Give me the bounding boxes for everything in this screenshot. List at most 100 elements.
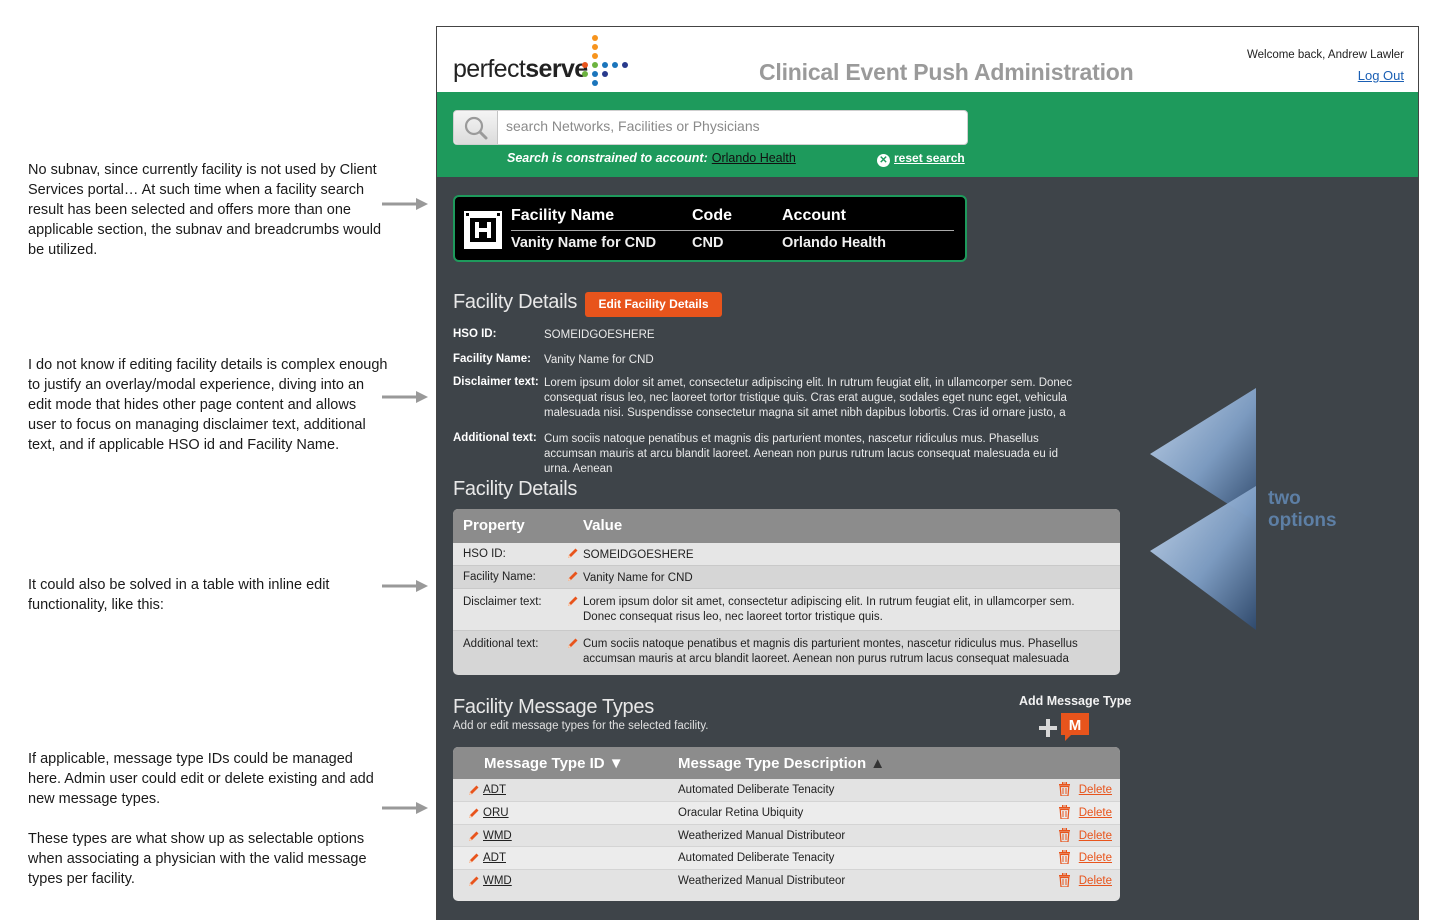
detail-value: SOMEIDGOESHERE (544, 329, 655, 341)
pencil-icon[interactable] (567, 547, 579, 559)
facility-details-title: Facility Details (453, 291, 578, 313)
detail-label: HSO ID: (453, 328, 497, 340)
pencil-icon[interactable] (468, 830, 480, 842)
search-input[interactable] (506, 118, 946, 134)
message-type-id-link[interactable]: ADT (483, 784, 506, 796)
table-row: WMD Weatherized Manual Distributeor Dele… (453, 870, 1120, 893)
trash-icon[interactable] (1059, 782, 1070, 796)
message-type-description: Oracular Retina Ubiquity (678, 806, 804, 819)
pencil-icon[interactable] (567, 637, 579, 649)
facility-code-value: CND (692, 235, 724, 251)
annotation-message-types-text-1: If applicable, message type IDs could be… (28, 751, 374, 807)
column-header-property: Property (463, 517, 525, 534)
message-type-id-link[interactable]: ADT (483, 852, 506, 864)
property-label: Facility Name: (463, 571, 536, 583)
pencil-icon[interactable] (567, 570, 579, 582)
table-row: Facility Name: Vanity Name for CND (453, 566, 1120, 589)
delete-link[interactable]: Delete (1079, 875, 1112, 887)
property-label: Disclaimer text: (463, 596, 542, 608)
hospital-icon (464, 211, 502, 249)
facility-summary-card: Facility Name Code Account Vanity Name f… (453, 195, 967, 262)
add-message-type-icon[interactable]: M (1037, 713, 1093, 743)
constraint-label: Search is constrained to account: (507, 151, 708, 165)
property-label: Additional text: (463, 638, 539, 650)
message-type-description: Automated Deliberate Tenacity (678, 852, 835, 865)
annotation-subnav-text: No subnav, since currently facility is n… (28, 162, 382, 258)
logo-text-bold: serve (525, 55, 588, 83)
logo-text-light: perfect (453, 55, 526, 83)
add-message-type-label[interactable]: Add Message Type (1019, 694, 1131, 708)
column-header-desc-label: Message Type Description (678, 755, 867, 772)
facility-account-header: Account (782, 207, 846, 224)
trash-icon[interactable] (1059, 873, 1070, 888)
column-header-message-type-id[interactable]: Message Type ID ▼ (484, 755, 624, 772)
property-value[interactable]: SOMEIDGOESHERE (583, 548, 1103, 563)
annotation-table-text: It could also be solved in a table with … (28, 577, 330, 613)
annotation-editing-text: I do not know if editing facility detail… (28, 357, 388, 453)
constraint-account-link[interactable]: Orlando Health (712, 151, 796, 165)
search-button[interactable] (454, 111, 498, 144)
logout-link[interactable]: Log Out (1358, 68, 1404, 83)
table-row: WMD Weatherized Manual Distributeor Dele… (453, 825, 1120, 848)
delete-link[interactable]: Delete (1079, 852, 1112, 864)
two-options-text: two options (1268, 488, 1337, 531)
annotation-arrow-icon (382, 198, 428, 210)
pencil-icon[interactable] (567, 595, 579, 607)
logo-dots-icon (582, 35, 662, 86)
column-header-message-type-description[interactable]: Message Type Description ▲ (678, 755, 885, 772)
property-value[interactable]: Lorem ipsum dolor sit amet, consectetur … (583, 595, 1103, 625)
facility-account-value: Orlando Health (782, 235, 886, 251)
detail-value: Vanity Name for CND (544, 354, 654, 366)
reset-search-link[interactable]: reset search (894, 151, 965, 165)
message-type-id-link[interactable]: WMD (483, 875, 512, 887)
trash-icon[interactable] (1059, 827, 1070, 842)
reset-search[interactable]: ✕ reset search (877, 151, 965, 167)
search-bar: Search is constrained to account: Orlando… (437, 92, 1418, 177)
pencil-icon[interactable] (468, 852, 480, 864)
table-row: ORU Oracular Retina Ubiquity Delete (453, 801, 1120, 825)
message-types-subtitle: Add or edit message types for the select… (453, 720, 709, 732)
page-title: Clinical Event Push Administration (759, 59, 1134, 85)
table-header: Message Type ID ▼ Message Type Descripti… (453, 747, 1120, 779)
property-value[interactable]: Cum sociis natoque penatibus et magnis d… (583, 637, 1103, 667)
message-types-title: Facility Message Types (453, 696, 654, 718)
trash-icon[interactable] (1059, 804, 1070, 819)
pencil-icon[interactable] (468, 875, 480, 887)
annotation-table: It could also be solved in a table with … (28, 575, 388, 615)
delete-link[interactable]: Delete (1079, 807, 1112, 819)
delete-link[interactable]: Delete (1079, 784, 1112, 796)
facility-name-header: Facility Name (511, 207, 615, 224)
facility-name-value: Vanity Name for CND (511, 235, 657, 251)
table-row: HSO ID: SOMEIDGOESHERE (453, 543, 1120, 566)
message-type-id-link[interactable]: ORU (483, 807, 509, 819)
annotation-message-types-text-2: These types are what show up as selectab… (28, 831, 367, 887)
annotation-editing: I do not know if editing facility detail… (28, 355, 388, 455)
facility-details-table: Property Value HSO ID: SOMEIDGOESHERE Fa… (453, 509, 1120, 675)
message-type-description: Weatherized Manual Distributeor (678, 829, 846, 842)
add-icon-letter: M (1069, 717, 1082, 734)
detail-value: Lorem ipsum dolor sit amet, consectetur … (544, 377, 1072, 419)
column-header-value: Value (583, 517, 623, 534)
logo[interactable]: perfectserve (453, 55, 588, 84)
delete-link[interactable]: Delete (1079, 830, 1112, 842)
facility-code-header: Code (692, 207, 732, 224)
message-type-description: Weatherized Manual Distributeor (678, 875, 846, 888)
pencil-icon[interactable] (468, 784, 480, 796)
header: perfectserve Clinical Event Push Adminis… (437, 27, 1418, 92)
two-options-label: two options (1268, 488, 1338, 532)
edit-facility-details-button[interactable]: Edit Facility Details (585, 292, 722, 317)
trash-icon[interactable] (1059, 850, 1070, 865)
facility-details-table-title: Facility Details (453, 478, 578, 500)
pencil-icon[interactable] (468, 807, 480, 819)
property-label: HSO ID: (463, 548, 506, 560)
annotation-arrow-icon (382, 802, 428, 814)
close-icon: ✕ (877, 154, 890, 167)
table-row: Additional text: Cum sociis natoque pena… (453, 631, 1120, 675)
property-value[interactable]: Vanity Name for CND (583, 571, 1103, 586)
message-type-id-link[interactable]: WMD (483, 830, 512, 842)
search-constraint: Search is constrained to account: Orlando… (507, 151, 796, 165)
table-body: HSO ID: SOMEIDGOESHERE Facility Name: Va… (453, 543, 1120, 675)
detail-label: Facility Name: (453, 353, 531, 365)
search-icon (464, 116, 488, 140)
detail-label: Additional text: (453, 432, 537, 444)
